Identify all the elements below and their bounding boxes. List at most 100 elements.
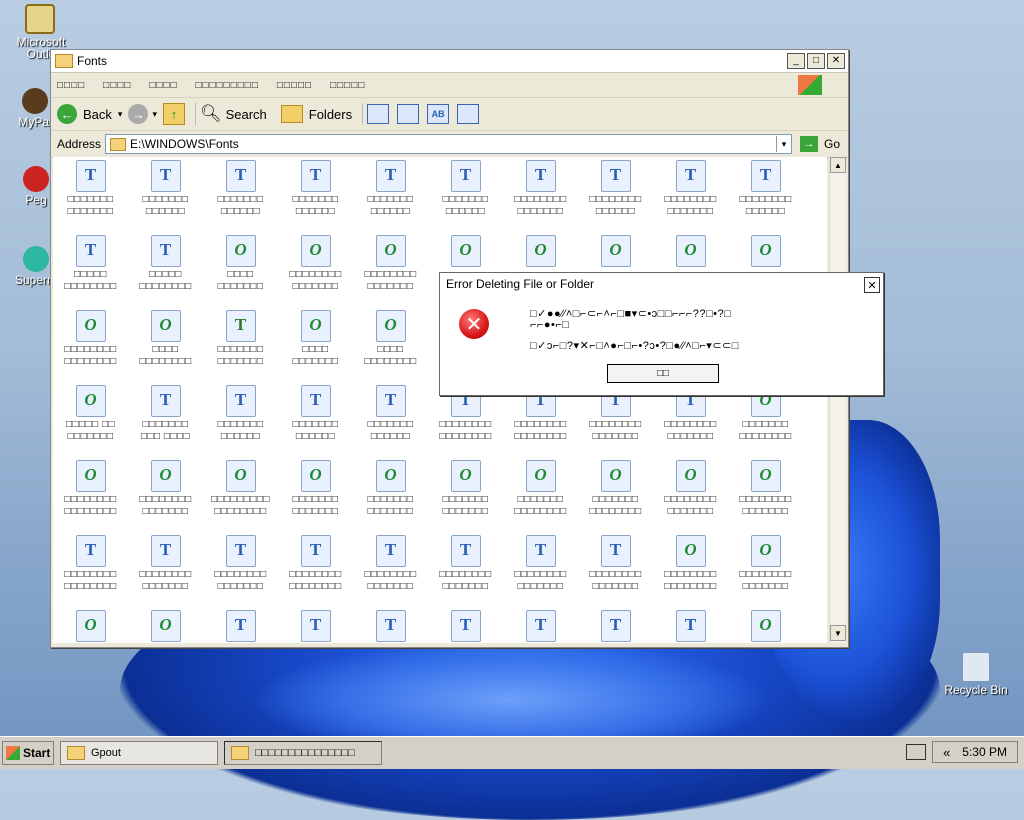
font-file-item[interactable]: T [428, 607, 503, 643]
font-file-item[interactable]: T [503, 607, 578, 643]
font-file-item[interactable]: O □□□□ □□□□□□□□ [128, 307, 203, 382]
font-file-name: □□□□□□□ [517, 581, 564, 592]
font-file-item[interactable]: T □□□□□□□□□□□□□ [353, 157, 428, 232]
font-file-item[interactable]: T □□□□□□□□ □□□□□□□ [203, 532, 278, 607]
menu-item[interactable]: □□□□ [149, 80, 177, 91]
vertical-scrollbar[interactable]: ▲ ▼ [829, 157, 846, 643]
font-file-item[interactable]: O □□□□□□□ □□□□□□□ [278, 457, 353, 532]
font-file-item[interactable]: T □□□□□□□□ □□□□□□□ [353, 532, 428, 607]
maximize-button[interactable]: □ [807, 53, 825, 69]
minimize-button[interactable]: _ [787, 53, 805, 69]
back-button[interactable]: ← Back ▾ [57, 104, 122, 124]
font-file-item[interactable]: O □□□□□□□ □□□□□□□ [428, 457, 503, 532]
font-file-item[interactable]: T [203, 607, 278, 643]
font-file-item[interactable]: O [128, 607, 203, 643]
clock[interactable]: 5:30 PM [962, 745, 1007, 759]
view-list-button[interactable] [397, 104, 420, 124]
font-file-item[interactable]: O □□□□□ □□ □□□□□□□ [53, 382, 128, 457]
font-file-item[interactable]: T □□□□□□□□□□□□□ [278, 382, 353, 457]
font-file-item[interactable]: O □□□□□□□ □□□□□□□ [353, 457, 428, 532]
font-file-item[interactable]: O □□□□□□□□ □□□□□□□□ [53, 307, 128, 382]
window-titlebar[interactable]: Fonts _ □ ✕ [51, 50, 848, 73]
font-file-item[interactable]: O □□□□□□□□□□□□□□□ [128, 457, 203, 532]
font-file-item[interactable]: T □□□□□□□□□□□□□□ [578, 157, 653, 232]
taskbar: Start Gpout □□□□□□□□□□□□□□□ « 5:30 PM [0, 736, 1024, 769]
scroll-up-button[interactable]: ▲ [830, 157, 846, 173]
font-file-item[interactable]: T □□□□□□□□□□□□□ [203, 157, 278, 232]
taskbar-item-fonts[interactable]: □□□□□□□□□□□□□□□ [224, 741, 382, 765]
font-file-item[interactable]: T □□□□□□□□ □□□□□□□□ [53, 532, 128, 607]
address-input[interactable]: E:\WINDOWS\Fonts ▾ [105, 134, 792, 154]
taskbar-item-gpout[interactable]: Gpout [60, 741, 218, 765]
font-file-item[interactable]: O □□□□□□□□□□□□□□□ [578, 457, 653, 532]
keyboard-icon[interactable] [906, 744, 927, 760]
opentype-font-icon: O [150, 610, 181, 642]
font-file-item[interactable]: T □□□□□□□□□□□□□ [53, 232, 128, 307]
view-details-button[interactable] [457, 104, 480, 124]
menu-item[interactable]: □□□□□ [277, 80, 312, 91]
font-file-item[interactable]: T [578, 607, 653, 643]
desktop-icon-recycle-bin[interactable]: Recycle Bin [940, 652, 1012, 696]
font-file-item[interactable]: O □□□□ □□□□□□□□ [353, 307, 428, 382]
menu-item[interactable]: □□□□ [103, 80, 131, 91]
chevron-down-icon[interactable]: ▾ [775, 136, 791, 152]
start-button[interactable]: Start [2, 741, 54, 765]
font-file-item[interactable]: T □□□□□□□□ □□□□□□□ [128, 532, 203, 607]
font-file-item[interactable]: T □□□□□□□ □□□ □□□□ [128, 382, 203, 457]
tray-expand-button[interactable]: « [943, 745, 950, 760]
forward-button[interactable]: → ▾ [128, 104, 157, 124]
scrollbar-track[interactable] [830, 173, 846, 625]
font-file-item[interactable]: O [728, 607, 803, 643]
font-file-item[interactable]: O □□□□□□□□□□□□□□□ [728, 457, 803, 532]
font-file-item[interactable]: T □□□□□□□□ □□□□□□□ [503, 157, 578, 232]
view-large-icons-button[interactable] [367, 104, 390, 124]
font-file-item[interactable]: O □□□□□□□□□ □□□□□□□□ [203, 457, 278, 532]
font-file-item[interactable]: T □□□□□□□□□□□□□□ [728, 157, 803, 232]
font-file-name: □□□□□□□□ [589, 194, 642, 205]
up-folder-button[interactable]: ↑ [162, 103, 185, 125]
font-file-item[interactable]: O □□□□□□□□ □□□□□□□□ [653, 532, 728, 607]
truetype-font-icon: T [225, 385, 256, 417]
font-file-item[interactable]: O □□□□□□□□ □□□□□□□□ [53, 457, 128, 532]
font-file-item[interactable]: O □□□□□□□□□□□□□□□ [503, 457, 578, 532]
font-file-item[interactable]: O [53, 607, 128, 643]
search-button[interactable]: 🔍︎ Search [200, 104, 267, 124]
font-file-item[interactable]: T □□□□□□□□□□□□□□ [53, 157, 128, 232]
font-file-item[interactable]: O □□□□ □□□□□□□ [203, 232, 278, 307]
menu-item[interactable]: □□□□□□□□□ [196, 80, 259, 91]
font-file-item[interactable]: T □□□□□□□□ □□□□□□□ [428, 532, 503, 607]
font-file-item[interactable]: T □□□□□□□□ □□□□□□□ [503, 532, 578, 607]
font-file-item[interactable]: O □□□□□□□□□□□□□□□ [653, 457, 728, 532]
font-file-item[interactable]: T □□□□□□□□□□□□□ [128, 232, 203, 307]
font-file-name: □□□□□□□ [142, 419, 189, 430]
go-button[interactable]: → Go [799, 136, 840, 152]
menu-item[interactable]: □□□□□ [330, 80, 365, 91]
close-button[interactable]: ✕ [827, 53, 845, 69]
font-file-item[interactable]: T □□□□□□□□□□□□□ [428, 157, 503, 232]
dialog-close-button[interactable]: ✕ [864, 277, 880, 293]
scroll-down-button[interactable]: ▼ [830, 625, 846, 641]
font-file-item[interactable]: T □□□□□□□□ □□□□□□□ [653, 157, 728, 232]
font-file-item[interactable]: O □□□□ □□□□□□□ [278, 307, 353, 382]
font-file-item[interactable]: T □□□□□□□□ □□□□□□□ [578, 532, 653, 607]
font-file-item[interactable]: T □□□□□□□□ □□□□□□□□ [278, 532, 353, 607]
font-file-item[interactable]: T [353, 607, 428, 643]
folders-button[interactable]: Folders [280, 105, 352, 123]
font-file-item[interactable]: T [278, 607, 353, 643]
menu-item[interactable]: □□□□ [57, 80, 85, 91]
font-file-name: □□□□□□□□ [64, 344, 117, 355]
font-file-item[interactable]: T □□□□□□□□□□□□□ [128, 157, 203, 232]
font-file-item[interactable]: O □□□□□□□□□□□□□□□ [278, 232, 353, 307]
font-file-item[interactable]: T [653, 607, 728, 643]
font-file-name: □□□□□□□□ [439, 431, 492, 442]
font-file-item[interactable]: T □□□□□□□□□□□□□ [353, 382, 428, 457]
opentype-font-icon: O [300, 460, 331, 492]
font-file-item[interactable]: O □□□□□□□□□□□□□□□ [353, 232, 428, 307]
ok-button[interactable]: □□ [607, 364, 719, 383]
font-file-item[interactable]: T □□□□□□□□□□□□□ [203, 382, 278, 457]
font-file-item[interactable]: O □□□□□□□□□□□□□□□ [728, 532, 803, 607]
font-file-item[interactable]: T □□□□□□□□□□□□□ [278, 157, 353, 232]
font-file-name: □□□□□□□ [742, 581, 789, 592]
view-similarity-button[interactable]: AB [427, 104, 450, 124]
font-file-item[interactable]: T □□□□□□□□□□□□□□ [203, 307, 278, 382]
